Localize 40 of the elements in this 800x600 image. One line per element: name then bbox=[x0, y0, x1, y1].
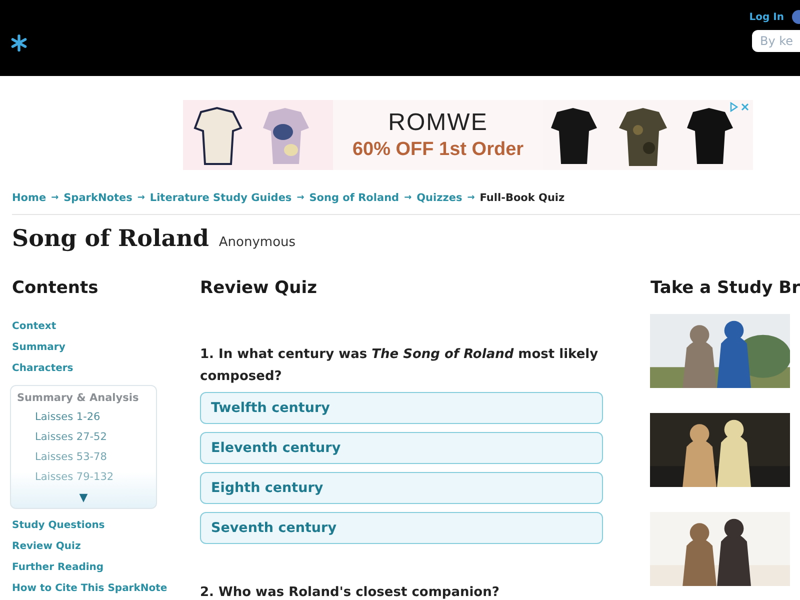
expand-toggle[interactable]: ▼ bbox=[79, 491, 88, 504]
breadcrumb-separator: → bbox=[137, 193, 145, 203]
breadcrumb-link[interactable]: Quizzes bbox=[416, 192, 462, 204]
asterisk-logo-icon[interactable] bbox=[10, 34, 28, 52]
breadcrumb-separator: → bbox=[404, 193, 412, 203]
contents-link[interactable]: Review Quiz bbox=[12, 540, 81, 554]
breadcrumb-link[interactable]: SparkNotes bbox=[64, 192, 132, 204]
answer-option[interactable]: Seventh century bbox=[200, 512, 604, 544]
study-break-heading: Take a Study Br bbox=[650, 278, 800, 298]
ad-offer-text: 60% OFF 1st Order bbox=[352, 139, 524, 161]
breadcrumb-link[interactable]: Full-Book Quiz bbox=[480, 192, 565, 204]
section-link[interactable]: Laisses 53-78 bbox=[35, 451, 150, 463]
contents-link[interactable]: How to Cite This SparkNote bbox=[12, 582, 168, 596]
quiz-heading: Review Quiz bbox=[200, 278, 318, 298]
section-link[interactable]: Laisses 27-52 bbox=[35, 431, 150, 443]
answer-option[interactable]: Eighth century bbox=[200, 472, 604, 504]
login-link[interactable]: Log In bbox=[749, 12, 784, 22]
breadcrumb-link[interactable]: Literature Study Guides bbox=[150, 192, 292, 204]
question-text: 1. In what century was The Song of Roland most likely composed? bbox=[200, 346, 600, 386]
breadcrumb-link[interactable]: Home bbox=[12, 192, 46, 204]
contents-link[interactable]: Context bbox=[12, 320, 56, 334]
ad-brand-name: ROMWE bbox=[388, 109, 488, 137]
breadcrumb-separator: → bbox=[51, 193, 59, 203]
contents-link[interactable]: Characters bbox=[12, 362, 74, 376]
answer-option[interactable]: Twelfth century bbox=[200, 392, 604, 424]
question-text: 2. Who was Roland's closest companion? bbox=[200, 584, 500, 600]
breadcrumb-separator: → bbox=[296, 193, 304, 203]
section-link[interactable]: Laisses 1-26 bbox=[35, 411, 150, 423]
breadcrumb-separator: → bbox=[467, 193, 475, 203]
contents-heading: Contents bbox=[12, 278, 98, 298]
breadcrumb-link[interactable]: Song of Roland bbox=[309, 192, 400, 204]
contents-link[interactable]: Study Questions bbox=[12, 519, 105, 533]
contents-link[interactable]: Further Reading bbox=[12, 561, 104, 575]
section-link[interactable]: Laisses 79-132 bbox=[35, 471, 150, 483]
search-field[interactable]: By ke bbox=[752, 30, 800, 52]
section-label[interactable]: Summary & Analysis bbox=[17, 392, 150, 404]
author-name: Anonymous bbox=[218, 235, 296, 250]
contents-link[interactable]: Summary bbox=[12, 341, 66, 355]
answer-option[interactable]: Eleventh century bbox=[200, 432, 604, 464]
book-title: Song of Roland bbox=[12, 225, 209, 252]
